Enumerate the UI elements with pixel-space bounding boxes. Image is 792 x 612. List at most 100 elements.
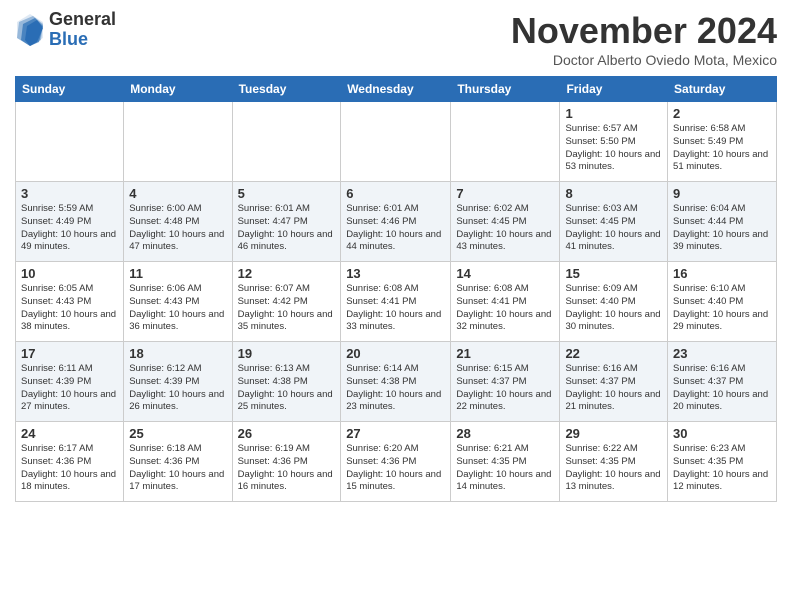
calendar-cell: 20 Sunrise: 6:14 AM Sunset: 4:38 PM Dayli… bbox=[341, 342, 451, 422]
calendar-cell: 1 Sunrise: 6:57 AM Sunset: 5:50 PM Daylig… bbox=[560, 102, 668, 182]
calendar-cell: 16 Sunrise: 6:10 AM Sunset: 4:40 PM Dayli… bbox=[668, 262, 777, 342]
day-header-monday: Monday bbox=[124, 77, 232, 102]
month-title: November 2024 bbox=[511, 10, 777, 52]
calendar-week-row: 10 Sunrise: 6:05 AM Sunset: 4:43 PM Dayli… bbox=[16, 262, 777, 342]
day-info: Sunrise: 6:18 AM Sunset: 4:36 PM Dayligh… bbox=[129, 443, 226, 494]
calendar-cell: 25 Sunrise: 6:18 AM Sunset: 4:36 PM Dayli… bbox=[124, 422, 232, 502]
calendar-week-row: 3Sunrise: 5:59 AM Sunset: 4:49 PM Daylig… bbox=[16, 182, 777, 262]
day-number: 28 bbox=[456, 426, 554, 441]
logo-blue-text: Blue bbox=[49, 30, 116, 50]
calendar-cell: 6 Sunrise: 6:01 AM Sunset: 4:46 PM Daylig… bbox=[341, 182, 451, 262]
calendar-cell bbox=[451, 102, 560, 182]
calendar-cell: 26 Sunrise: 6:19 AM Sunset: 4:36 PM Dayli… bbox=[232, 422, 341, 502]
calendar-cell: 18 Sunrise: 6:12 AM Sunset: 4:39 PM Dayli… bbox=[124, 342, 232, 422]
calendar-cell: 8 Sunrise: 6:03 AM Sunset: 4:45 PM Daylig… bbox=[560, 182, 668, 262]
day-number: 11 bbox=[129, 266, 226, 281]
calendar-header-row: SundayMondayTuesdayWednesdayThursdayFrid… bbox=[16, 77, 777, 102]
day-number: 16 bbox=[673, 266, 771, 281]
calendar-cell: 19Sunrise: 6:13 AM Sunset: 4:38 PM Dayli… bbox=[232, 342, 341, 422]
day-info: Sunrise: 6:09 AM Sunset: 4:40 PM Dayligh… bbox=[565, 283, 662, 334]
day-number: 10 bbox=[21, 266, 118, 281]
day-info: Sunrise: 6:17 AM Sunset: 4:36 PM Dayligh… bbox=[21, 443, 118, 494]
day-number: 21 bbox=[456, 346, 554, 361]
day-number: 1 bbox=[565, 106, 662, 121]
day-header-friday: Friday bbox=[560, 77, 668, 102]
calendar-cell: 10 Sunrise: 6:05 AM Sunset: 4:43 PM Dayli… bbox=[16, 262, 124, 342]
location: Doctor Alberto Oviedo Mota, Mexico bbox=[511, 52, 777, 68]
header: General Blue November 2024 Doctor Albert… bbox=[15, 10, 777, 68]
day-info: Sunrise: 6:19 AM Sunset: 4:36 PM Dayligh… bbox=[238, 443, 336, 494]
calendar-cell: 15 Sunrise: 6:09 AM Sunset: 4:40 PM Dayli… bbox=[560, 262, 668, 342]
logo-text: General Blue bbox=[49, 10, 116, 50]
calendar-cell bbox=[341, 102, 451, 182]
day-info: Sunrise: 6:07 AM Sunset: 4:42 PM Dayligh… bbox=[238, 283, 336, 334]
day-info: Sunrise: 6:20 AM Sunset: 4:36 PM Dayligh… bbox=[346, 443, 445, 494]
day-info: Sunrise: 6:08 AM Sunset: 4:41 PM Dayligh… bbox=[346, 283, 445, 334]
day-info: Sunrise: 6:08 AM Sunset: 4:41 PM Dayligh… bbox=[456, 283, 554, 334]
calendar-cell: 13 Sunrise: 6:08 AM Sunset: 4:41 PM Dayli… bbox=[341, 262, 451, 342]
calendar-cell: 24Sunrise: 6:17 AM Sunset: 4:36 PM Dayli… bbox=[16, 422, 124, 502]
logo-icon bbox=[15, 12, 45, 48]
calendar-cell: 4Sunrise: 6:00 AM Sunset: 4:48 PM Daylig… bbox=[124, 182, 232, 262]
day-number: 2 bbox=[673, 106, 771, 121]
calendar-cell: 21 Sunrise: 6:15 AM Sunset: 4:37 PM Dayli… bbox=[451, 342, 560, 422]
day-header-sunday: Sunday bbox=[16, 77, 124, 102]
calendar-cell: 23Sunrise: 6:16 AM Sunset: 4:37 PM Dayli… bbox=[668, 342, 777, 422]
day-header-tuesday: Tuesday bbox=[232, 77, 341, 102]
day-info: Sunrise: 6:10 AM Sunset: 4:40 PM Dayligh… bbox=[673, 283, 771, 334]
day-number: 23 bbox=[673, 346, 771, 361]
calendar-week-row: 17 Sunrise: 6:11 AM Sunset: 4:39 PM Dayli… bbox=[16, 342, 777, 422]
day-info: Sunrise: 6:16 AM Sunset: 4:37 PM Dayligh… bbox=[565, 363, 662, 414]
title-block: November 2024 Doctor Alberto Oviedo Mota… bbox=[511, 10, 777, 68]
day-info: Sunrise: 6:15 AM Sunset: 4:37 PM Dayligh… bbox=[456, 363, 554, 414]
calendar-cell: 28 Sunrise: 6:21 AM Sunset: 4:35 PM Dayli… bbox=[451, 422, 560, 502]
page-container: General Blue November 2024 Doctor Albert… bbox=[0, 0, 792, 507]
day-number: 15 bbox=[565, 266, 662, 281]
day-info: Sunrise: 6:12 AM Sunset: 4:39 PM Dayligh… bbox=[129, 363, 226, 414]
calendar-cell: 22Sunrise: 6:16 AM Sunset: 4:37 PM Dayli… bbox=[560, 342, 668, 422]
calendar-cell: 3Sunrise: 5:59 AM Sunset: 4:49 PM Daylig… bbox=[16, 182, 124, 262]
day-info: Sunrise: 6:22 AM Sunset: 4:35 PM Dayligh… bbox=[565, 443, 662, 494]
calendar-cell: 5Sunrise: 6:01 AM Sunset: 4:47 PM Daylig… bbox=[232, 182, 341, 262]
day-info: Sunrise: 6:21 AM Sunset: 4:35 PM Dayligh… bbox=[456, 443, 554, 494]
day-info: Sunrise: 6:02 AM Sunset: 4:45 PM Dayligh… bbox=[456, 203, 554, 254]
calendar-cell: 11Sunrise: 6:06 AM Sunset: 4:43 PM Dayli… bbox=[124, 262, 232, 342]
day-number: 25 bbox=[129, 426, 226, 441]
calendar-cell bbox=[16, 102, 124, 182]
day-number: 17 bbox=[21, 346, 118, 361]
day-number: 18 bbox=[129, 346, 226, 361]
day-info: Sunrise: 6:57 AM Sunset: 5:50 PM Dayligh… bbox=[565, 123, 662, 174]
day-info: Sunrise: 6:04 AM Sunset: 4:44 PM Dayligh… bbox=[673, 203, 771, 254]
calendar-cell: 14Sunrise: 6:08 AM Sunset: 4:41 PM Dayli… bbox=[451, 262, 560, 342]
day-header-saturday: Saturday bbox=[668, 77, 777, 102]
calendar-cell: 7 Sunrise: 6:02 AM Sunset: 4:45 PM Daylig… bbox=[451, 182, 560, 262]
day-number: 27 bbox=[346, 426, 445, 441]
day-number: 13 bbox=[346, 266, 445, 281]
day-number: 4 bbox=[129, 186, 226, 201]
logo: General Blue bbox=[15, 10, 116, 50]
calendar-week-row: 24Sunrise: 6:17 AM Sunset: 4:36 PM Dayli… bbox=[16, 422, 777, 502]
day-info: Sunrise: 6:01 AM Sunset: 4:46 PM Dayligh… bbox=[346, 203, 445, 254]
calendar-cell: 29Sunrise: 6:22 AM Sunset: 4:35 PM Dayli… bbox=[560, 422, 668, 502]
day-info: Sunrise: 6:23 AM Sunset: 4:35 PM Dayligh… bbox=[673, 443, 771, 494]
day-info: Sunrise: 6:05 AM Sunset: 4:43 PM Dayligh… bbox=[21, 283, 118, 334]
day-info: Sunrise: 6:14 AM Sunset: 4:38 PM Dayligh… bbox=[346, 363, 445, 414]
day-number: 7 bbox=[456, 186, 554, 201]
day-number: 8 bbox=[565, 186, 662, 201]
day-number: 3 bbox=[21, 186, 118, 201]
day-info: Sunrise: 6:01 AM Sunset: 4:47 PM Dayligh… bbox=[238, 203, 336, 254]
day-header-thursday: Thursday bbox=[451, 77, 560, 102]
calendar-cell: 27 Sunrise: 6:20 AM Sunset: 4:36 PM Dayli… bbox=[341, 422, 451, 502]
day-info: Sunrise: 6:03 AM Sunset: 4:45 PM Dayligh… bbox=[565, 203, 662, 254]
day-number: 26 bbox=[238, 426, 336, 441]
calendar-cell: 30Sunrise: 6:23 AM Sunset: 4:35 PM Dayli… bbox=[668, 422, 777, 502]
calendar-table: SundayMondayTuesdayWednesdayThursdayFrid… bbox=[15, 76, 777, 502]
day-number: 6 bbox=[346, 186, 445, 201]
day-info: Sunrise: 6:11 AM Sunset: 4:39 PM Dayligh… bbox=[21, 363, 118, 414]
day-number: 20 bbox=[346, 346, 445, 361]
calendar-cell: 17 Sunrise: 6:11 AM Sunset: 4:39 PM Dayli… bbox=[16, 342, 124, 422]
calendar-cell: 2Sunrise: 6:58 AM Sunset: 5:49 PM Daylig… bbox=[668, 102, 777, 182]
day-number: 19 bbox=[238, 346, 336, 361]
calendar-week-row: 1 Sunrise: 6:57 AM Sunset: 5:50 PM Daylig… bbox=[16, 102, 777, 182]
calendar-cell: 12Sunrise: 6:07 AM Sunset: 4:42 PM Dayli… bbox=[232, 262, 341, 342]
